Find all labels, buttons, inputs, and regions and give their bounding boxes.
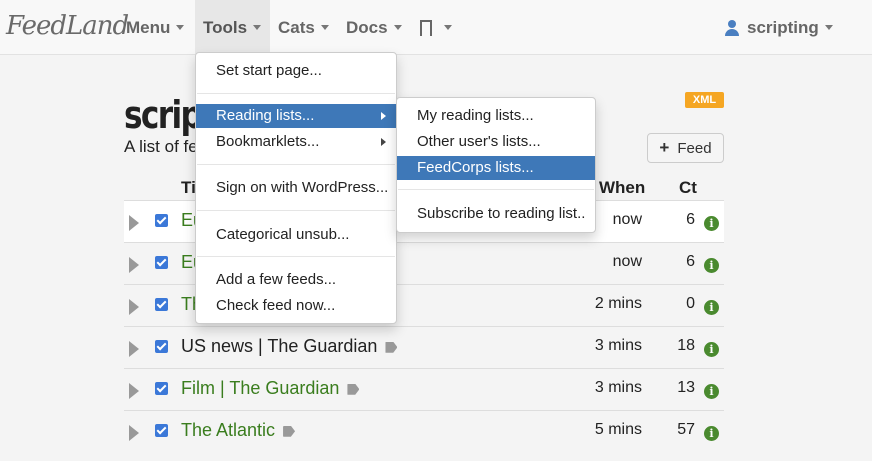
feed-count: 6 bbox=[686, 211, 695, 228]
feed-title-text: US news | The Guardian bbox=[181, 336, 378, 356]
feed-title-text: The Atlantic bbox=[181, 420, 276, 440]
column-header-when[interactable]: When bbox=[599, 178, 645, 198]
info-icon[interactable]: i bbox=[704, 216, 719, 231]
menu-item-set-start-page[interactable]: Set start page... bbox=[196, 59, 396, 83]
checkbox[interactable] bbox=[155, 424, 168, 437]
menu-divider bbox=[197, 164, 395, 165]
menu-item-reading-lists-label: Reading lists... bbox=[216, 107, 315, 124]
nav-docs[interactable]: Docs bbox=[338, 0, 410, 55]
menu-item-feedcorps-lists[interactable]: FeedCorps lists... bbox=[397, 156, 595, 180]
nav-user[interactable]: scripting bbox=[717, 0, 841, 55]
top-navbar: FeedLand Menu Tools Cats Docs scripting bbox=[0, 0, 872, 55]
info-icon[interactable]: i bbox=[704, 342, 719, 357]
expand-triangle-icon[interactable] bbox=[129, 299, 139, 315]
plus-icon: + bbox=[659, 138, 670, 157]
feed-count: 57 bbox=[677, 421, 695, 438]
menu-item-subscribe-reading-list[interactable]: Subscribe to reading list.. bbox=[397, 202, 595, 226]
tag-icon[interactable] bbox=[347, 383, 360, 395]
chevron-down-icon bbox=[444, 25, 452, 30]
tools-dropdown-menu: Set start page... Reading lists... Bookm… bbox=[195, 52, 397, 324]
menu-item-sign-on-wordpress[interactable]: Sign on with WordPress... bbox=[196, 176, 396, 200]
feed-when: 5 mins bbox=[594, 421, 642, 438]
feed-count: 18 bbox=[677, 337, 695, 354]
checkbox[interactable] bbox=[155, 298, 168, 311]
menu-item-check-feed[interactable]: Check feed now... bbox=[196, 294, 396, 318]
nav-docs-label: Docs bbox=[346, 17, 388, 37]
menu-item-reading-lists[interactable]: Reading lists... bbox=[196, 104, 396, 128]
feed-when: now bbox=[612, 211, 642, 228]
menu-item-bookmarklets-label: Bookmarklets... bbox=[216, 133, 320, 150]
checkbox[interactable] bbox=[155, 214, 168, 227]
app-logo[interactable]: FeedLand bbox=[6, 11, 129, 41]
feed-when: 3 mins bbox=[594, 337, 642, 354]
feed-count: 0 bbox=[686, 295, 695, 312]
expand-triangle-icon[interactable] bbox=[129, 383, 139, 399]
feed-count: 6 bbox=[686, 253, 695, 270]
table-row[interactable]: US news | The Guardian 3 mins 18 i bbox=[124, 326, 724, 368]
chevron-down-icon bbox=[393, 25, 402, 30]
checkbox[interactable] bbox=[155, 340, 168, 353]
expand-triangle-icon[interactable] bbox=[129, 425, 139, 441]
chevron-down-icon bbox=[253, 25, 262, 30]
menu-divider bbox=[197, 93, 395, 94]
expand-triangle-icon[interactable] bbox=[129, 257, 139, 273]
checkbox[interactable] bbox=[155, 382, 168, 395]
nav-cats-label: Cats bbox=[278, 17, 315, 37]
expand-triangle-icon[interactable] bbox=[129, 215, 139, 231]
feed-title-text: Film | The Guardian bbox=[181, 378, 340, 398]
chevron-down-icon bbox=[824, 25, 833, 30]
add-feed-label: Feed bbox=[677, 139, 712, 157]
feed-when: 2 mins bbox=[594, 295, 642, 312]
feed-count: 13 bbox=[677, 379, 695, 396]
add-feed-button[interactable]: + Feed bbox=[647, 133, 724, 163]
feed-title[interactable]: Film | The Guardian bbox=[181, 378, 360, 399]
feed-when: now bbox=[612, 253, 642, 270]
table-row[interactable]: Film | The Guardian 3 mins 13 i bbox=[124, 368, 724, 410]
bookmark-icon bbox=[420, 19, 432, 40]
nav-menu-label: Menu bbox=[126, 17, 171, 37]
nav-menu[interactable]: Menu bbox=[118, 0, 192, 55]
nav-tools-label: Tools bbox=[203, 17, 248, 37]
checkbox[interactable] bbox=[155, 256, 168, 269]
tag-icon[interactable] bbox=[385, 341, 398, 353]
submenu-arrow-icon bbox=[381, 138, 386, 146]
info-icon[interactable]: i bbox=[704, 426, 719, 441]
menu-item-my-reading-lists[interactable]: My reading lists... bbox=[397, 104, 595, 128]
xml-badge[interactable]: XML bbox=[685, 92, 724, 108]
nav-cats[interactable]: Cats bbox=[270, 0, 337, 55]
user-icon bbox=[725, 19, 739, 36]
submenu-arrow-icon bbox=[381, 112, 386, 120]
menu-item-bookmarklets[interactable]: Bookmarklets... bbox=[196, 130, 396, 154]
feed-when: 3 mins bbox=[594, 379, 642, 396]
chevron-down-icon bbox=[320, 25, 329, 30]
tag-icon[interactable] bbox=[283, 425, 296, 437]
expand-triangle-icon[interactable] bbox=[129, 341, 139, 357]
table-row[interactable]: The Atlantic 5 mins 57 i bbox=[124, 410, 724, 452]
reading-lists-submenu: My reading lists... Other user's lists..… bbox=[396, 97, 596, 233]
info-icon[interactable]: i bbox=[704, 258, 719, 273]
menu-item-categorical-unsub[interactable]: Categorical unsub... bbox=[196, 223, 396, 247]
feed-title[interactable]: The Atlantic bbox=[181, 420, 296, 441]
menu-divider bbox=[197, 256, 395, 257]
info-icon[interactable]: i bbox=[704, 300, 719, 315]
menu-item-other-users-lists[interactable]: Other user's lists... bbox=[397, 130, 595, 154]
nav-user-label: scripting bbox=[747, 17, 819, 37]
menu-item-add-feeds[interactable]: Add a few feeds... bbox=[196, 268, 396, 292]
column-header-ct[interactable]: Ct bbox=[679, 178, 697, 198]
nav-tools[interactable]: Tools bbox=[195, 0, 270, 55]
menu-divider bbox=[398, 189, 594, 190]
info-icon[interactable]: i bbox=[704, 384, 719, 399]
nav-bookmarks[interactable] bbox=[412, 0, 460, 55]
menu-divider bbox=[197, 210, 395, 211]
feed-title[interactable]: US news | The Guardian bbox=[181, 336, 398, 357]
chevron-down-icon bbox=[176, 25, 185, 30]
